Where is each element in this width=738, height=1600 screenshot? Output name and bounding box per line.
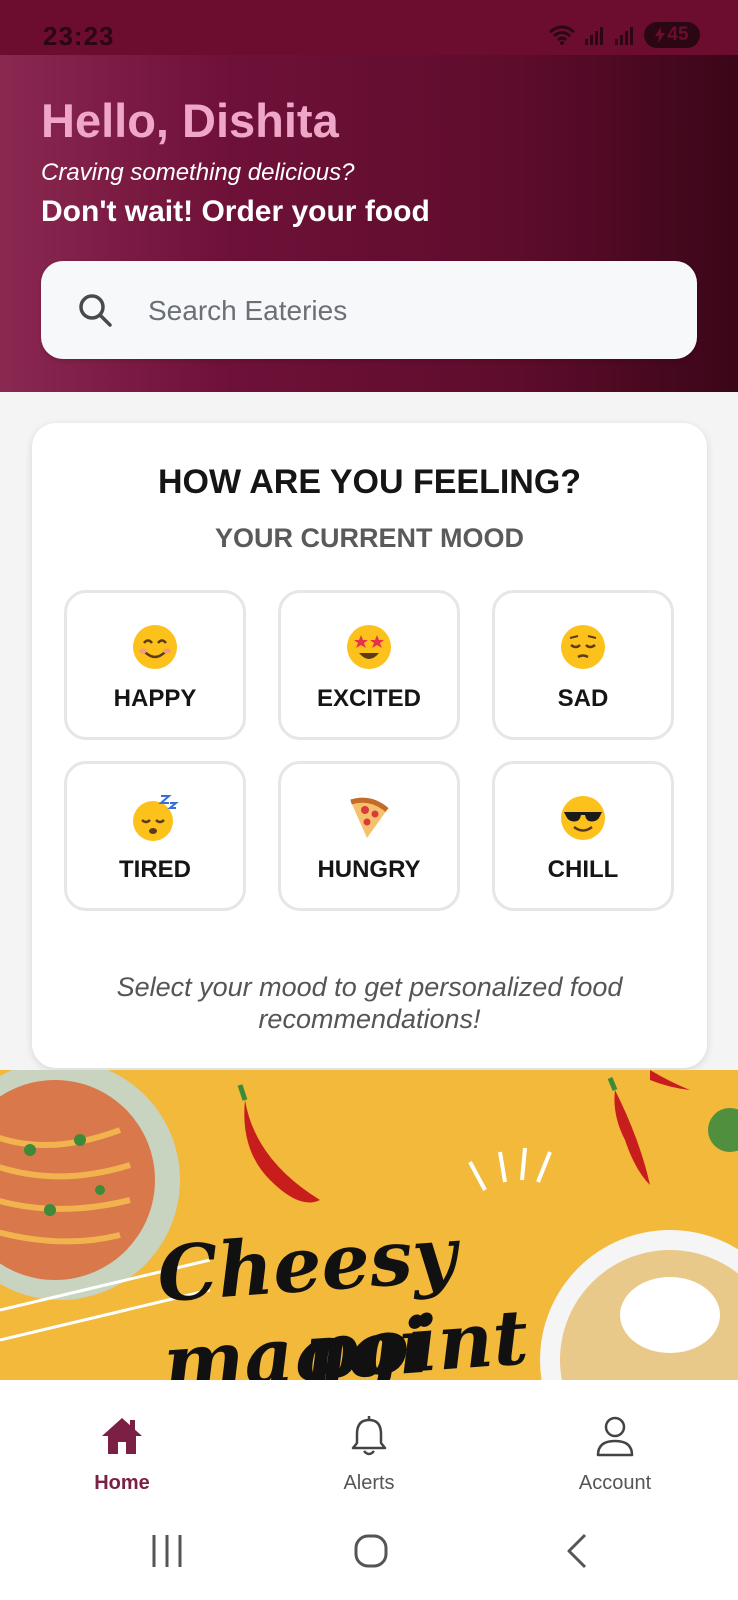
signal-icon-secondary [615, 27, 633, 45]
nav-account[interactable]: Account [545, 1414, 685, 1494]
bell-icon [351, 1416, 387, 1456]
mood-label-happy: HAPPY [113, 685, 197, 712]
greeting: Hello, Dishita [41, 94, 339, 147]
sleeping-face-icon [133, 795, 179, 841]
mood-option-happy[interactable]: HAPPY [64, 590, 246, 740]
battery-level: 45 [667, 24, 689, 45]
mood-option-excited[interactable]: EXCITED [278, 590, 460, 740]
mood-hint: Select your mood to get personalized foo… [116, 972, 623, 1034]
back-icon[interactable] [565, 1533, 589, 1569]
mood-option-hungry[interactable]: HUNGRY [278, 761, 460, 911]
charging-icon [655, 27, 666, 43]
mood-title: HOW ARE YOU FEELING? [157, 463, 582, 501]
mood-option-chill[interactable]: CHILL [492, 761, 674, 911]
star-struck-face-icon [347, 625, 391, 669]
home-button-icon[interactable] [353, 1533, 389, 1569]
mood-label-excited: EXCITED [316, 685, 421, 712]
mood-label-hungry: HUNGRY [317, 856, 421, 883]
mood-option-tired[interactable]: TIRED [64, 761, 246, 911]
header: Hello, Dishita Craving something delicio… [0, 55, 738, 392]
bottom-nav: Home Alerts Account [0, 1380, 738, 1505]
wifi-icon [549, 25, 575, 45]
smiling-face-icon [133, 625, 177, 669]
mood-option-sad[interactable]: SAD [492, 590, 674, 740]
search-icon [79, 294, 112, 327]
nav-home-label: Home [94, 1472, 150, 1494]
home-icon [102, 1418, 142, 1454]
header-subtitle: Craving something delicious? [41, 159, 355, 186]
status-time: 23:23 [43, 21, 115, 51]
status-bar: 23:23 45 [0, 0, 738, 55]
mood-label-tired: TIRED [119, 856, 191, 883]
status-icons: 45 [548, 21, 700, 49]
system-nav-bar [0, 1505, 738, 1600]
mood-card: HOW ARE YOU FEELING? YOUR CURRENT MOOD H… [32, 423, 707, 1068]
mood-label-sad: SAD [557, 685, 609, 712]
recent-apps-icon[interactable] [150, 1533, 184, 1569]
nav-alerts[interactable]: Alerts [299, 1414, 439, 1494]
pensive-face-icon [561, 625, 605, 669]
header-cta: Don't wait! Order your food [41, 195, 430, 228]
battery-indicator: 45 [644, 22, 700, 48]
mood-label-chill: CHILL [547, 856, 619, 883]
banner-title-line2: point [302, 1292, 531, 1380]
nav-home[interactable]: Home [52, 1414, 192, 1494]
search-input[interactable]: Search Eateries [41, 261, 697, 359]
mood-subtitle: YOUR CURRENT MOOD [215, 523, 524, 553]
promo-banner[interactable]: Cheesy maggi point [0, 1070, 738, 1380]
sunglasses-face-icon [561, 796, 605, 840]
nav-alerts-label: Alerts [343, 1472, 395, 1494]
search-placeholder: Search Eateries [148, 295, 348, 326]
user-icon [596, 1416, 634, 1457]
nav-account-label: Account [578, 1472, 652, 1494]
pizza-slice-icon [350, 797, 389, 838]
signal-icon [585, 27, 603, 45]
